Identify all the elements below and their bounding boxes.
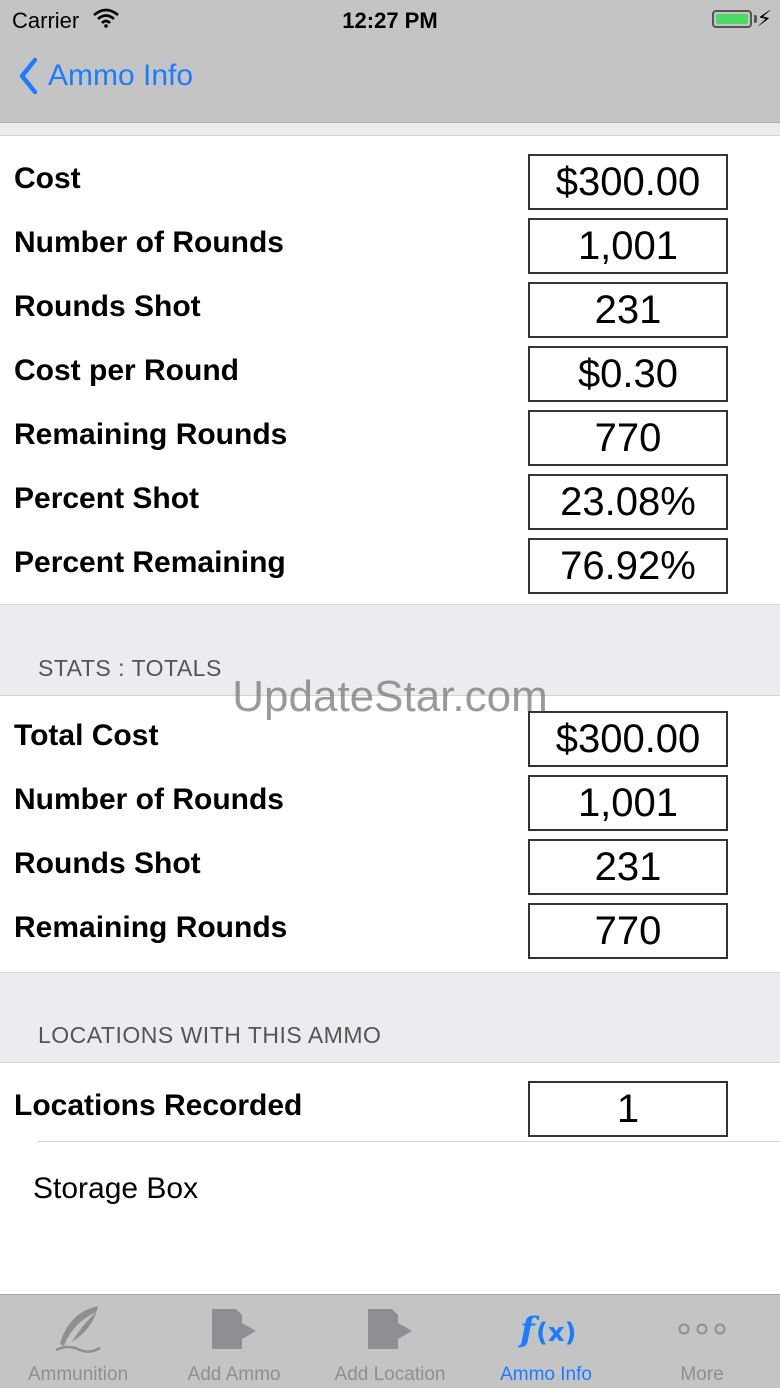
row-label: Number of Rounds: [14, 226, 284, 259]
info-row-rounds-shot: Rounds Shot 231: [0, 275, 780, 339]
row-value: 1,001: [528, 775, 728, 831]
row-label: Rounds Shot: [14, 290, 201, 323]
row-label: Total Cost: [14, 719, 159, 752]
tab-label: Ammunition: [27, 1364, 129, 1385]
ammo-info-section: Cost $300.00 Number of Rounds 1,001 Roun…: [0, 135, 780, 605]
battery-icon: [712, 10, 752, 28]
locations-recorded-row: Locations Recorded 1: [0, 1074, 780, 1138]
totals-row-total-cost: Total Cost $300.00: [0, 704, 780, 768]
stats-totals-header: STATS : TOTALS: [38, 655, 222, 681]
clock: 12:27 PM: [342, 8, 438, 33]
info-row-cost-per-round: Cost per Round $0.30: [0, 339, 780, 403]
function-icon: f (x): [468, 1303, 624, 1355]
back-button-label: Ammo Info: [48, 59, 194, 92]
row-value: 770: [528, 903, 728, 959]
row-value: 770: [528, 410, 728, 466]
list-separator: [38, 1141, 780, 1142]
tab-ammunition[interactable]: Ammunition: [0, 1295, 156, 1388]
locations-header: LOCATIONS WITH THIS AMMO: [38, 1022, 382, 1048]
row-value: 1,001: [528, 218, 728, 274]
tab-ammo-info[interactable]: f (x) Ammo Info: [468, 1295, 624, 1388]
tab-label: Ammo Info: [500, 1364, 592, 1385]
info-row-percent-shot: Percent Shot 23.08%: [0, 467, 780, 531]
row-label: Percent Shot: [14, 482, 200, 515]
more-icon: [624, 1303, 780, 1355]
info-row-percent-remaining: Percent Remaining 76.92%: [0, 531, 780, 595]
info-row-number-of-rounds: Number of Rounds 1,001: [0, 211, 780, 275]
row-value: $0.30: [528, 346, 728, 402]
tab-label: Add Location: [334, 1364, 446, 1385]
row-label: Rounds Shot: [14, 847, 201, 880]
totals-row-remaining-rounds: Remaining Rounds 770: [0, 896, 780, 959]
row-label: Cost per Round: [14, 354, 239, 387]
tab-more[interactable]: More: [624, 1295, 780, 1388]
tab-bar: Ammunition Add Ammo Add Location f (x) A…: [0, 1294, 780, 1388]
row-value: 76.92%: [528, 538, 728, 594]
svg-text:(x): (x): [536, 1318, 576, 1348]
chevron-left-icon: [19, 57, 38, 95]
add-document-icon: [312, 1303, 468, 1355]
row-value: 1: [528, 1081, 728, 1137]
tab-label: Add Ammo: [187, 1364, 281, 1385]
row-label: Number of Rounds: [14, 783, 284, 816]
row-value: $300.00: [528, 711, 728, 767]
row-label: Remaining Rounds: [14, 418, 288, 451]
tab-add-location[interactable]: Add Location: [312, 1295, 468, 1388]
status-bar: Carrier 12:27 PM ⚡: [0, 0, 780, 40]
tab-add-ammo[interactable]: Add Ammo: [156, 1295, 312, 1388]
row-label: Remaining Rounds: [14, 911, 288, 944]
info-row-cost: Cost $300.00: [0, 147, 780, 211]
row-label: Percent Remaining: [14, 546, 286, 579]
back-button[interactable]: Ammo Info: [18, 57, 193, 95]
row-label: Cost: [14, 162, 81, 195]
row-label: Locations Recorded: [14, 1089, 303, 1122]
navigation-bar: Ammo Info: [0, 40, 780, 123]
location-list-item[interactable]: Storage Box: [33, 1172, 198, 1206]
totals-row-number-of-rounds: Number of Rounds 1,001: [0, 768, 780, 832]
tab-label: More: [680, 1364, 724, 1385]
quill-icon: [0, 1303, 156, 1355]
stats-totals-section: Total Cost $300.00 Number of Rounds 1,00…: [0, 695, 780, 973]
charging-icon: ⚡: [756, 6, 772, 31]
add-document-icon: [156, 1303, 312, 1355]
info-row-remaining-rounds: Remaining Rounds 770: [0, 403, 780, 467]
row-value: 23.08%: [528, 474, 728, 530]
row-value: 231: [528, 282, 728, 338]
totals-row-rounds-shot: Rounds Shot 231: [0, 832, 780, 896]
row-value: $300.00: [528, 154, 728, 210]
row-value: 231: [528, 839, 728, 895]
